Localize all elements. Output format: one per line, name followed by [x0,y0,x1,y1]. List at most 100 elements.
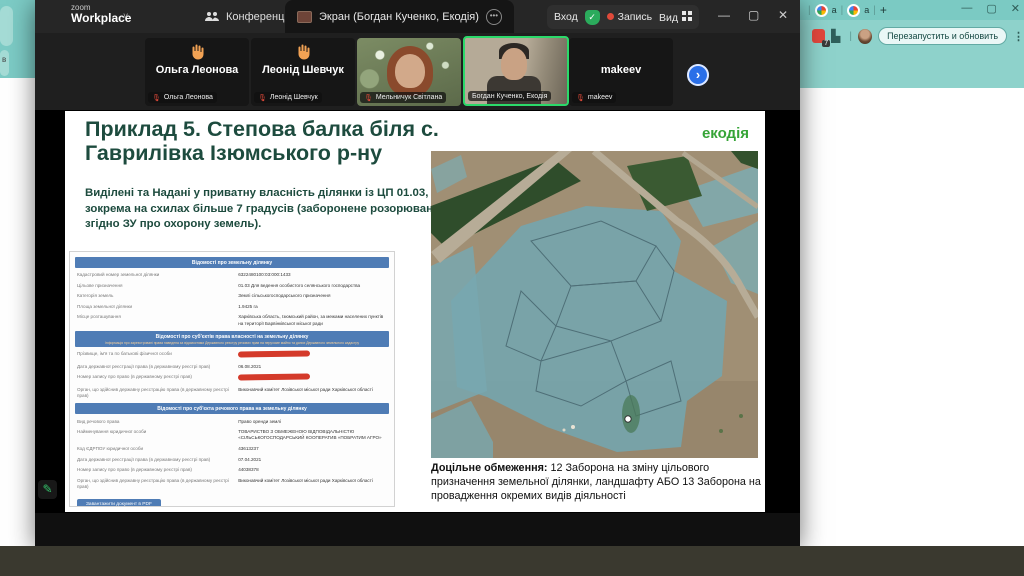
participant-label: 🎙makeev [572,92,616,103]
doc-section-header: Відомості про суб'єкта речового права на… [75,403,389,414]
google-favicon[interactable] [815,4,828,17]
chevron-down-icon[interactable]: ˅ [123,11,128,21]
cadastral-extract-image: Відомості про земельну ділянку Кадастров… [69,251,395,507]
muted-mic-icon: 🎙 [364,94,373,102]
zoom-window: zoom Workplace ˅ Конференция Экран (Богд… [35,0,800,546]
muted-mic-icon: 🎙 [258,94,267,102]
login-button[interactable]: Вход [554,11,578,23]
zoom-close-button[interactable]: ✕ [778,8,788,22]
doc-row: Прізвище, ім'я та по батькові фізичної о… [75,349,389,362]
view-button[interactable]: Вид [659,11,692,24]
restart-update-button[interactable]: Перезапустить и обновить [878,27,1007,45]
background-page-edge [0,78,35,546]
participant-label: 🎙Ольга Леонова [148,92,217,103]
browser-toolbar: 7 ▙ | Перезапустить и обновить ⋮ [800,22,1024,50]
browser-minimize-button[interactable]: — [961,2,972,15]
desktop: | a | a | + — ▢ ✕ 7 ▙ | Перезапустить и … [0,0,1024,576]
background-browser: | a | a | + — ▢ ✕ 7 ▙ | Перезапустить и … [800,0,1024,546]
redaction-mark [238,351,310,358]
participant-strip: Ольга Леонова 🎙Ольга Леонова Леонід Шевч… [35,33,800,110]
doc-row: Вид речового праваПраво оренди землі [75,416,389,427]
extension-badge: 7 [822,40,830,47]
zoom-titlebar[interactable]: zoom Workplace ˅ Конференция Экран (Богд… [35,0,800,33]
satellite-map-image [431,151,758,458]
recording-indicator[interactable]: Запись [607,11,652,23]
doc-row: Дата державної реєстрації права (в держа… [75,454,389,465]
doc-row: Дата державної реєстрації права (в держа… [75,362,389,373]
security-shield-icon[interactable]: ✓ [585,10,600,25]
browser-menu-icon[interactable]: ⋮ [1013,30,1024,43]
browser-maximize-button[interactable]: ▢ [986,2,996,15]
doc-row: Площа земельної ділянки1.9425 га [75,302,389,313]
muted-mic-icon: 🎙 [152,94,161,102]
participant-tile-video[interactable]: 🎙Мельничук Світлана [357,38,461,106]
doc-row: Категорія земельЗемлі сільськогосподарсь… [75,291,389,302]
zoom-maximize-button[interactable]: ▢ [748,8,759,22]
participant-label: 🎙Леонід Шевчук [254,92,322,103]
adblock-extension-icon[interactable]: 7 [812,29,825,43]
participant-tile[interactable]: Ольга Леонова 🎙Ольга Леонова [145,38,249,106]
muted-mic-icon: 🎙 [576,94,585,102]
people-icon [205,11,219,22]
participant-tile[interactable]: makeev 🎙makeev [569,38,673,106]
grid-view-icon [682,11,692,21]
tab-separator: | [873,5,876,16]
background-window-edge [0,0,35,78]
browser-window-controls: — ▢ ✕ [961,2,1020,15]
extensions-puzzle-icon[interactable]: ▙ [831,30,843,43]
participant-label: 🎙Мельничук Світлана [360,92,446,103]
windows-taskbar: Result УКР 11:25 Ср 18.02.26 [0,546,1024,576]
screen-icon [297,11,312,23]
participant-video-face [395,54,425,88]
meeting-status-controls: Вход ✓ Запись Вид [547,5,699,29]
tab-options-icon[interactable]: ••• [486,9,502,25]
tab-screen-share[interactable]: Экран (Богдан Кученко, Екодія) ••• [285,0,514,33]
doc-row: Цільове призначення01.03 Для ведення осо… [75,281,389,292]
browser-tab[interactable]: a [864,5,869,15]
toolbar-separator: | [849,31,852,42]
download-pdf-button: Завантажити документ в PDF [77,499,161,507]
participant-name: Леонід Шевчук [251,64,355,76]
browser-profile-avatar[interactable] [858,29,872,44]
doc-section-subtitle: Інформація про зареєстровані права навед… [77,341,387,345]
participant-tile[interactable]: Леонід Шевчук 🎙Леонід Шевчук [251,38,355,106]
participant-label: Богдан Кученко, Екодія [468,91,551,101]
edge-decoration [0,6,13,46]
tab-separator: | [841,5,844,16]
doc-section-parcel: Кадастровий номер земельної ділянки63224… [75,270,389,329]
doc-section-header: Відомості про суб'єктів права власності … [75,331,389,347]
participant-tile-active-speaker[interactable]: Богдан Кученко, Екодія [463,36,569,106]
doc-section-lease: Вид речового праваПраво оренди земліНайм… [75,416,389,492]
doc-row: Орган, що здійснив державну реєстрацію п… [75,475,389,492]
browser-tab[interactable]: a [832,5,837,15]
zoom-toolbar: Звук Видео 212 Участники Чат [35,513,800,546]
annotation-pencil-icon[interactable]: ✎ [38,480,57,499]
next-participants-button[interactable]: › [687,64,709,86]
record-dot-icon [607,13,614,20]
edge-text-fragment: в [2,55,6,64]
shared-screen-area: ✎ Приклад 5. Степова балка біля с. Гаври… [35,110,800,513]
participant-video-face [501,48,527,80]
participant-name: Ольга Леонова [145,64,249,76]
doc-row: Орган, що здійснив державну реєстрацію п… [75,385,389,402]
doc-row: Місце розташуванняХарківська область, Із… [75,312,389,329]
ecodia-logo: екодія [702,125,749,142]
doc-row: Номер запису про право (в державному реє… [75,372,389,385]
browser-close-button[interactable]: ✕ [1011,2,1020,15]
doc-row: Номер запису про право (в державному реє… [75,465,389,476]
slide-caption: Доцільне обмеження: 12 Заборона на зміну… [431,461,765,503]
slide-body-text: Виділені та Надані у приватну власність … [85,186,463,233]
map-marker [625,416,631,422]
doc-row: Код ЄДРПОУ юридичної особи43613237 [75,444,389,455]
google-favicon[interactable] [847,4,860,17]
doc-row: Найменування юридичної особиТОВАРИСТВО З… [75,427,389,444]
doc-section-header: Відомості про земельну ділянку [75,257,389,268]
presentation-slide: Приклад 5. Степова балка біля с. Гаврилі… [65,111,765,512]
tab-separator: | [808,5,811,16]
doc-row: Кадастровий номер земельної ділянки63224… [75,270,389,281]
zoom-minimize-button[interactable]: — [718,8,730,22]
participant-name: makeev [569,64,673,76]
screen-tab-label: Экран (Богдан Кученко, Екодія) [319,11,479,23]
new-tab-button[interactable]: + [880,3,887,17]
redaction-mark [238,374,310,381]
